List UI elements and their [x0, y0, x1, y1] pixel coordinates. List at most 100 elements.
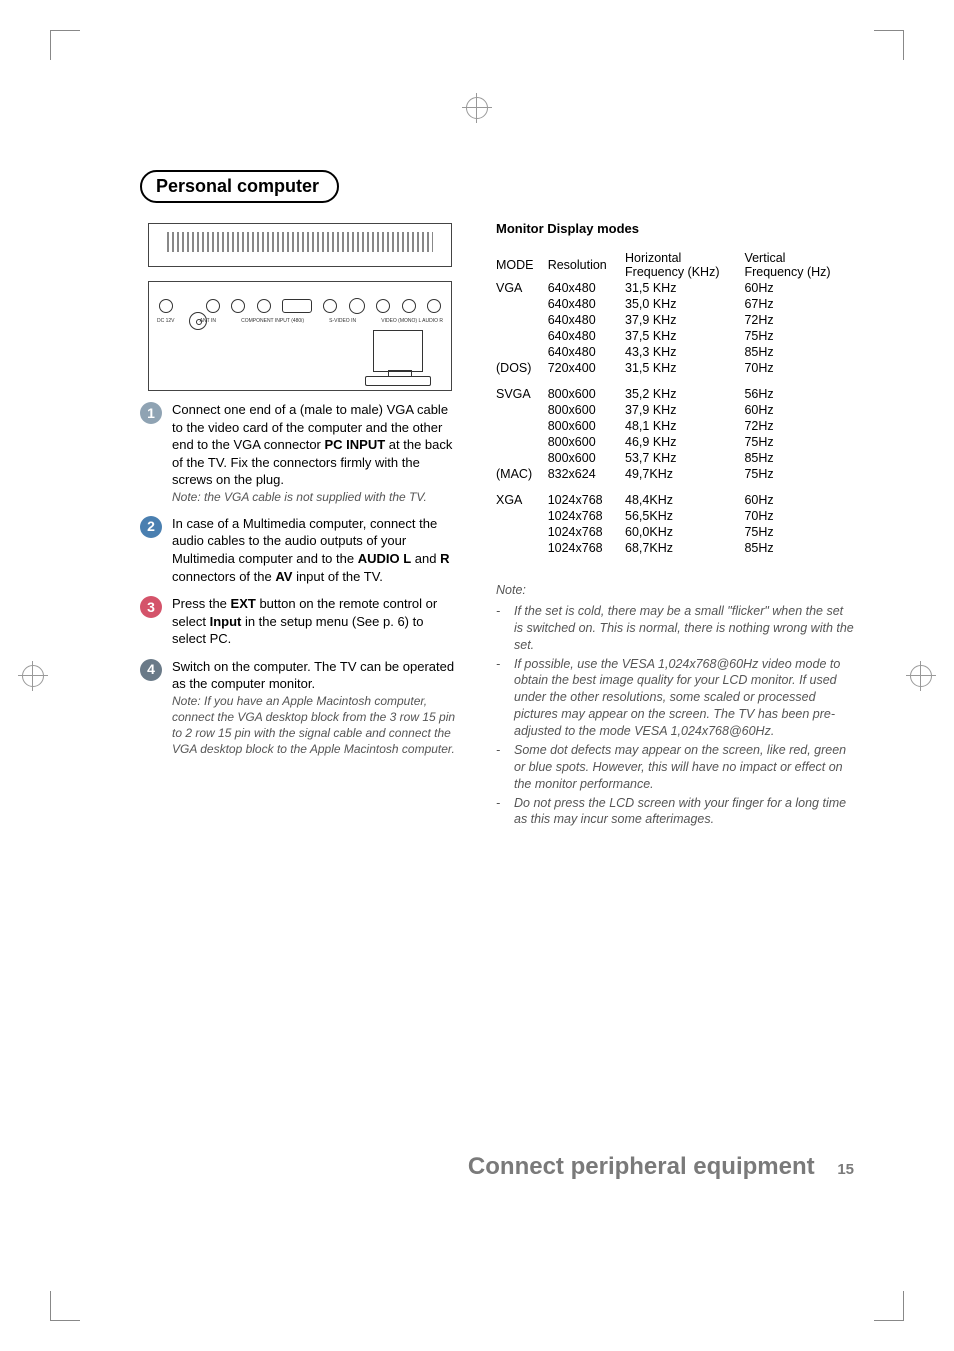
video-label: VIDEO (MONO) L AUDIO R — [381, 318, 443, 324]
table-cell: 640x480 — [548, 296, 625, 312]
table-cell: 800x600 — [548, 434, 625, 450]
audio-l-port-icon — [402, 299, 416, 313]
step-text: input of the TV. — [292, 569, 382, 584]
table-cell — [496, 524, 548, 540]
table-cell: 70Hz — [744, 360, 854, 376]
dc-port-icon — [159, 299, 173, 313]
table-row: 1024x76860,0KHz75Hz — [496, 524, 854, 540]
table-cell — [496, 312, 548, 328]
step-bold: EXT — [231, 596, 256, 611]
table-cell: 800x600 — [548, 402, 625, 418]
table-cell — [496, 328, 548, 344]
table-cell: 85Hz — [744, 540, 854, 556]
table-cell: VGA — [496, 280, 548, 296]
table-cell: 43,3 KHz — [625, 344, 744, 360]
table-cell: 1024x768 — [548, 492, 625, 508]
table-row: (MAC)832x62449,7KHz75Hz — [496, 466, 854, 482]
svideo-port-icon — [349, 298, 365, 314]
svideo-label: S-VIDEO IN — [329, 318, 356, 324]
step-body: Switch on the computer. The TV can be op… — [172, 658, 460, 758]
table-cell: 46,9 KHz — [625, 434, 744, 450]
step-bold: R — [440, 551, 449, 566]
step-text: Switch on the computer. The TV can be op… — [172, 659, 454, 692]
table-cell: 37,5 KHz — [625, 328, 744, 344]
table-cell: (MAC) — [496, 466, 548, 482]
audio-r-port-icon — [427, 299, 441, 313]
table-cell: XGA — [496, 492, 548, 508]
table-cell: 60Hz — [744, 280, 854, 296]
note-item: -Some dot defects may appear on the scre… — [496, 742, 854, 793]
table-cell — [496, 296, 548, 312]
table-cell: 70Hz — [744, 508, 854, 524]
step-bold: AV — [275, 569, 292, 584]
table-row: 640x48035,0 KHz67Hz — [496, 296, 854, 312]
table-cell: 640x480 — [548, 344, 625, 360]
step-badge: 3 — [140, 596, 162, 618]
step-bold: PC INPUT — [325, 437, 386, 452]
table-cell — [496, 402, 548, 418]
dash-icon: - — [496, 656, 506, 740]
step: 3 Press the EXT button on the remote cont… — [140, 595, 460, 648]
step: 1Connect one end of a (male to male) VGA… — [140, 401, 460, 505]
dash-icon: - — [496, 603, 506, 654]
note-text: If possible, use the VESA 1,024x768@60Hz… — [514, 656, 854, 740]
step-text: and — [411, 551, 440, 566]
step-bold: AUDIO L — [358, 551, 411, 566]
step-body: Press the EXT button on the remote contr… — [172, 595, 460, 648]
table-cell — [496, 540, 548, 556]
step-note: Note: If you have an Apple Macintosh com… — [172, 693, 460, 758]
modes-heading: Monitor Display modes — [496, 221, 854, 236]
table-cell: 1024x768 — [548, 524, 625, 540]
table-cell: 640x480 — [548, 280, 625, 296]
vga-port-icon — [282, 299, 312, 313]
step: 4 Switch on the computer. The TV can be o… — [140, 658, 460, 758]
table-cell: 75Hz — [744, 466, 854, 482]
step-badge: 4 — [140, 659, 162, 681]
table-cell: 1024x768 — [548, 540, 625, 556]
table-cell: 72Hz — [744, 418, 854, 434]
dash-icon: - — [496, 795, 506, 829]
table-cell: 1024x768 — [548, 508, 625, 524]
table-cell: 800x600 — [548, 386, 625, 402]
table-cell — [496, 450, 548, 466]
step-badge: 2 — [140, 516, 162, 538]
table-cell: (DOS) — [496, 360, 548, 376]
table-cell: 60Hz — [744, 402, 854, 418]
th-mode: MODE — [496, 250, 548, 280]
table-cell: 37,9 KHz — [625, 402, 744, 418]
table-cell: 56Hz — [744, 386, 854, 402]
table-row: VGA640x48031,5 KHz60Hz — [496, 280, 854, 296]
dc-label: DC 12V — [157, 318, 175, 324]
table-cell: 60,0KHz — [625, 524, 744, 540]
table-cell: 67Hz — [744, 296, 854, 312]
table-cell — [496, 344, 548, 360]
table-cell: 48,1 KHz — [625, 418, 744, 434]
y-port-icon — [206, 299, 220, 313]
table-cell: 800x600 — [548, 418, 625, 434]
step-text: connectors of the — [172, 569, 275, 584]
table-row: 640x48043,3 KHz85Hz — [496, 344, 854, 360]
keyboard-icon — [365, 376, 431, 386]
note-text: If the set is cold, there may be a small… — [514, 603, 854, 654]
table-cell: 75Hz — [744, 328, 854, 344]
table-row: (DOS)720x40031,5 KHz70Hz — [496, 360, 854, 376]
table-cell: 53,7 KHz — [625, 450, 744, 466]
table-row: 640x48037,5 KHz75Hz — [496, 328, 854, 344]
page-number: 15 — [837, 1161, 854, 1178]
th-hfreq: HorizontalFrequency (KHz) — [625, 250, 744, 280]
table-cell: 85Hz — [744, 344, 854, 360]
section-header: Personal computer — [140, 170, 854, 203]
page-footer: Connect peripheral equipment 15 — [0, 1153, 954, 1181]
note-item: -If possible, use the VESA 1,024x768@60H… — [496, 656, 854, 740]
video-port-icon — [376, 299, 390, 313]
step-badge: 1 — [140, 402, 162, 424]
table-row: SVGA800x60035,2 KHz56Hz — [496, 386, 854, 402]
table-cell: 31,5 KHz — [625, 360, 744, 376]
step: 2In case of a Multimedia computer, conne… — [140, 515, 460, 585]
tv-back-diagram-top — [148, 223, 452, 267]
section-title: Personal computer — [140, 170, 339, 203]
table-cell: 720x400 — [548, 360, 625, 376]
table-row: XGA1024x76848,4KHz60Hz — [496, 492, 854, 508]
comp-label: COMPONENT INPUT (480i) — [241, 318, 304, 324]
note-text: Some dot defects may appear on the scree… — [514, 742, 854, 793]
